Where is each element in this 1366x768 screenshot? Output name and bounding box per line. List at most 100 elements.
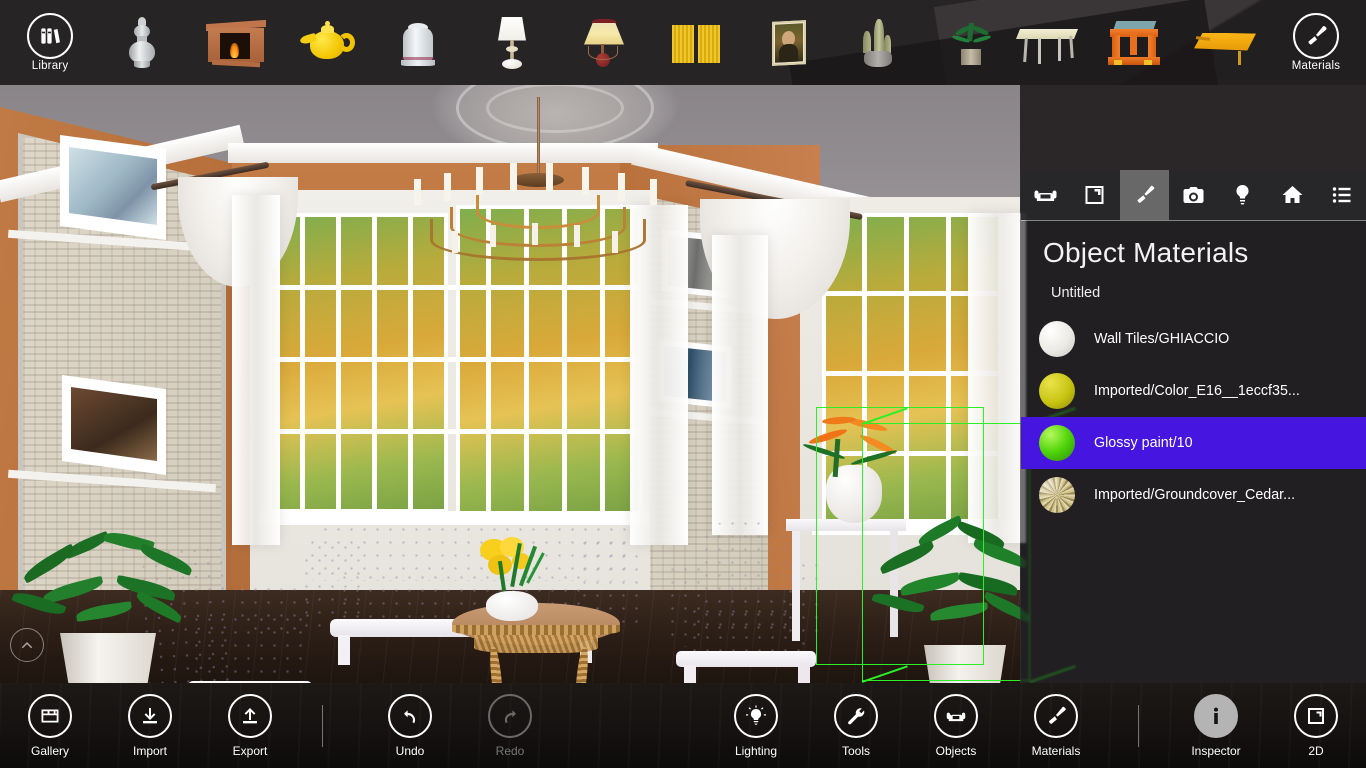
object-thumb-cactus-plant[interactable]: [832, 0, 928, 85]
material-swatch: [1039, 425, 1075, 461]
material-row[interactable]: Wall Tiles/GHIACCIO: [1021, 313, 1366, 365]
panel-tab-lighting[interactable]: [1218, 170, 1267, 220]
mullion: [372, 213, 377, 513]
picture-frame-2: [62, 375, 166, 475]
sofa-leg-left: [338, 635, 350, 665]
2d-label: 2D: [1308, 743, 1324, 758]
mullion: [268, 429, 642, 434]
3d-viewport[interactable]: Object Materials Untitled Wall Tiles/GHI…: [0, 85, 1366, 683]
library-label: Library: [31, 60, 69, 72]
material-name: Imported/Groundcover_Cedar...: [1094, 487, 1296, 503]
material-swatch: [1039, 373, 1075, 409]
objects-button[interactable]: Objects: [906, 683, 1006, 768]
mullion: [268, 357, 642, 362]
flower-vase: [486, 591, 538, 621]
objects-label: Objects: [935, 743, 977, 758]
home-icon: [1282, 186, 1303, 203]
object-materials-panel: Object Materials Untitled Wall Tiles/GHI…: [1020, 170, 1366, 683]
undo-arrow-icon: [388, 693, 432, 738]
window-glass-left: [268, 213, 448, 513]
export-button[interactable]: Export: [200, 683, 300, 768]
import-label: Import: [132, 743, 167, 758]
collapse-panel-button[interactable]: [10, 628, 44, 662]
export-label: Export: [232, 743, 268, 758]
armchair-left-arm: [236, 583, 312, 631]
chandelier-candles: [414, 163, 662, 205]
plant-left-foliage: [8, 528, 224, 647]
object-thumb-table-lamp[interactable]: [464, 0, 560, 85]
chandelier-chain: [537, 97, 540, 177]
camera-icon: [1183, 187, 1204, 203]
materials-button-bottom[interactable]: Materials: [1006, 683, 1106, 768]
gallery-button[interactable]: Gallery: [0, 683, 100, 768]
tools-label: Tools: [841, 743, 870, 758]
panel-tab-camera[interactable]: [1169, 170, 1218, 220]
armchair-right-leg-l: [684, 665, 696, 683]
undo-button[interactable]: Undo: [360, 683, 460, 768]
object-thumb-orange-table[interactable]: [1088, 0, 1184, 85]
paintbrush-icon: [1137, 185, 1154, 203]
materials-label: Materials: [1291, 60, 1341, 72]
mullion: [408, 213, 413, 513]
top-object-toolbar: Library Materials: [0, 0, 1366, 85]
panel-title: Object Materials: [1043, 237, 1249, 268]
panel-subtitle: Untitled: [1051, 285, 1101, 301]
curtain-right-a: [712, 235, 768, 535]
lightbulb-icon: [734, 693, 778, 738]
panel-tab-bar: [1021, 170, 1366, 220]
selection-bounding-box-back: [816, 407, 984, 665]
mullion: [300, 213, 305, 513]
tools-button[interactable]: Tools: [806, 683, 906, 768]
object-thumb-yellow-teapot[interactable]: [280, 0, 376, 85]
picture-frame-1: [60, 135, 166, 240]
object-thumb-yellow-curtains[interactable]: [648, 0, 744, 85]
chevron-up-icon: [21, 642, 33, 649]
material-name: Glossy paint/10: [1094, 435, 1193, 451]
panel-tab-2d-plan[interactable]: [1070, 170, 1119, 220]
materials-list: Wall Tiles/GHIACCIO Imported/Color_E16__…: [1021, 313, 1366, 521]
materials-button[interactable]: Materials: [1268, 0, 1364, 85]
undo-label: Undo: [395, 743, 425, 758]
armchair-right-seat: [688, 605, 806, 657]
materials-label-bottom: Materials: [1031, 743, 1081, 758]
object-thumb-silver-vase[interactable]: [96, 0, 192, 85]
mullion: [336, 213, 341, 513]
toolbar-divider-2: [1138, 705, 1139, 747]
yellow-flowers: [470, 537, 554, 595]
object-thumb-yellow-low-table[interactable]: [1178, 0, 1274, 85]
lighting-button[interactable]: Lighting: [706, 683, 806, 768]
lighting-label: Lighting: [734, 743, 778, 758]
cornice-center: [228, 143, 658, 163]
object-thumb-ornate-lamp[interactable]: [556, 0, 652, 85]
upload-arrow-icon: [228, 693, 272, 738]
object-thumb-white-table[interactable]: [1000, 0, 1096, 85]
panel-tab-objects[interactable]: [1021, 170, 1070, 220]
object-thumb-white-jug[interactable]: [372, 0, 468, 85]
paintbrush-icon: [1293, 13, 1339, 59]
list-icon: [1332, 187, 1351, 203]
redo-button[interactable]: Redo: [460, 683, 560, 768]
object-thumb-framed-portrait[interactable]: [740, 0, 836, 85]
floorplan-icon: [1085, 186, 1104, 204]
2d-button[interactable]: 2D: [1266, 683, 1366, 768]
material-name: Wall Tiles/GHIACCIO: [1094, 331, 1230, 347]
panel-tab-materials[interactable]: [1119, 170, 1169, 220]
library-button[interactable]: Library: [2, 0, 98, 85]
material-row[interactable]: Imported/Color_E16__1eccf35...: [1021, 365, 1366, 417]
material-name: Imported/Color_E16__1eccf35...: [1094, 383, 1300, 399]
gallery-label: Gallery: [30, 743, 69, 758]
lightbulb-icon: [1236, 184, 1249, 205]
library-books-icon: [27, 13, 73, 59]
inspector-button[interactable]: Inspector: [1166, 683, 1266, 768]
armchair-right-leg-r: [798, 663, 810, 683]
curtain-left: [232, 195, 280, 545]
material-row[interactable]: Imported/Groundcover_Cedar...: [1021, 469, 1366, 521]
material-row-selected[interactable]: Glossy paint/10: [1021, 417, 1366, 469]
panel-tab-list[interactable]: [1317, 170, 1366, 220]
download-arrow-icon: [128, 693, 172, 738]
import-button[interactable]: Import: [100, 683, 200, 768]
object-thumb-fireplace[interactable]: [188, 0, 284, 85]
armchair-icon: [1034, 190, 1057, 201]
chandelier-lower-candles: [452, 223, 622, 253]
panel-tab-home[interactable]: [1267, 170, 1316, 220]
